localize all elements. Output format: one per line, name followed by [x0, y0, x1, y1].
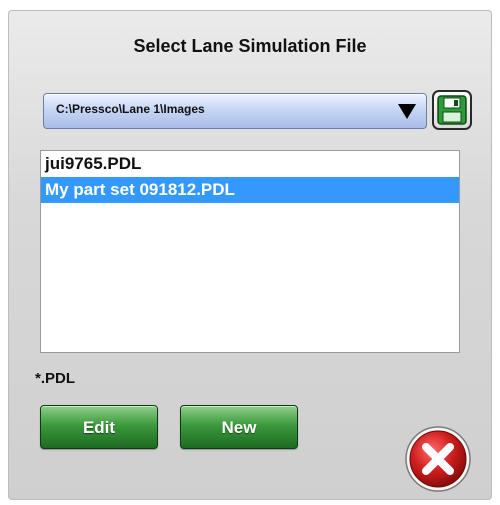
edit-button[interactable]: Edit	[40, 405, 158, 449]
save-button[interactable]	[432, 90, 472, 130]
file-list[interactable]: jui9765.PDL My part set 091812.PDL	[40, 150, 460, 353]
file-filter-label: *.PDL	[35, 370, 76, 387]
path-dropdown[interactable]: C:\Pressco\Lane 1\Images	[43, 93, 427, 129]
close-x-icon	[405, 426, 471, 492]
file-list-item-selected[interactable]: My part set 091812.PDL	[41, 177, 459, 203]
dropdown-arrow-icon[interactable]	[398, 104, 416, 119]
close-button[interactable]	[404, 425, 472, 493]
file-list-item[interactable]: jui9765.PDL	[41, 151, 459, 177]
dialog-title: Select Lane Simulation File	[133, 36, 367, 56]
path-dropdown-value: C:\Pressco\Lane 1\Images	[56, 102, 205, 116]
select-lane-simulation-dialog: Select Lane Simulation File C:\Pressco\L…	[8, 10, 492, 500]
new-button[interactable]: New	[180, 405, 298, 449]
floppy-disk-icon	[437, 95, 467, 125]
